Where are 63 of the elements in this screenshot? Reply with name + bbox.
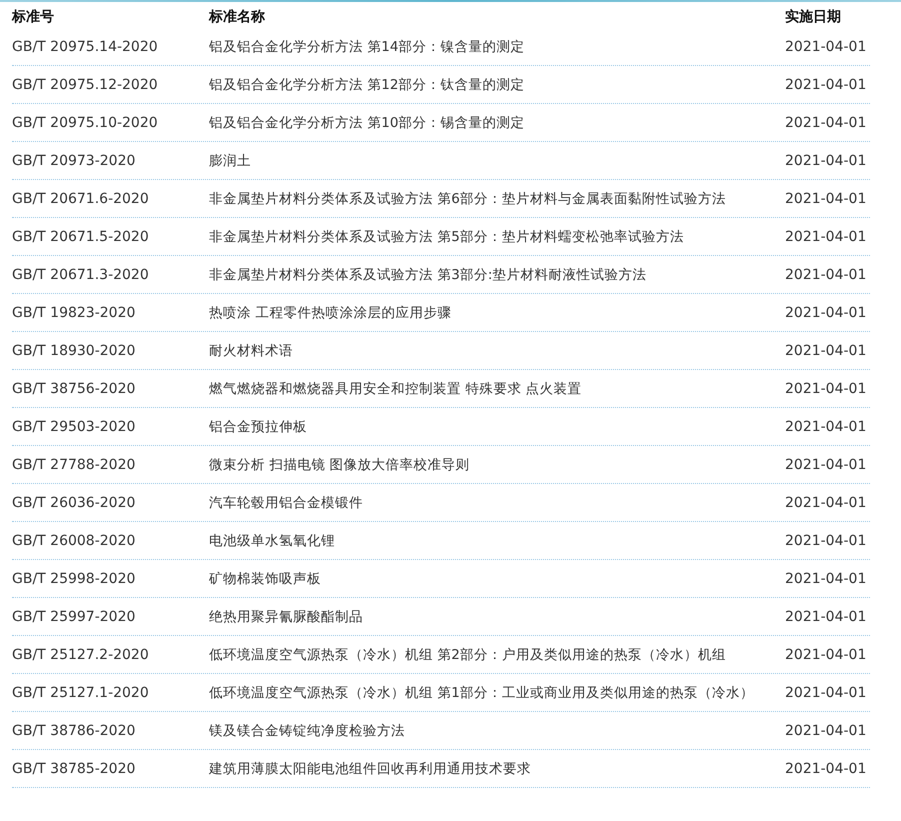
standard-name: 耐火材料术语 [209, 342, 294, 361]
standard-name: 微束分析 扫描电镜 图像放大倍率校准导则 [209, 456, 471, 475]
standard-code: GB/T 29503-2020 [12, 418, 136, 437]
standard-name: 非金属垫片材料分类体系及试验方法 第3部分:垫片材料耐液性试验方法 [209, 266, 648, 285]
effective-date: 2021-04-01 [785, 114, 868, 133]
effective-date: 2021-04-01 [785, 760, 868, 779]
standard-name: 镁及镁合金铸锭纯净度检验方法 [209, 722, 406, 741]
effective-date: 2021-04-01 [785, 38, 868, 57]
standard-name: 铝合金预拉伸板 [209, 418, 308, 437]
effective-date: 2021-04-01 [785, 456, 868, 475]
standard-name: 汽车轮毂用铝合金模锻件 [209, 494, 364, 513]
effective-date: 2021-04-01 [785, 266, 868, 285]
effective-date: 2021-04-01 [785, 342, 868, 361]
standard-name: 铝及铝合金化学分析方法 第14部分：镍含量的测定 [209, 38, 526, 57]
column-header: 实施日期 [785, 8, 842, 27]
standard-code: GB/T 18930-2020 [12, 342, 136, 361]
standard-name: 低环境温度空气源热泵（冷水）机组 第2部分：户用及类似用途的热泵（冷水）机组 [209, 646, 727, 665]
standard-code: GB/T 19823-2020 [12, 304, 136, 323]
standard-code: GB/T 38786-2020 [12, 722, 136, 741]
standard-name: 矿物棉装饰吸声板 [209, 570, 322, 589]
standard-name: 燃气燃烧器和燃烧器具用安全和控制装置 特殊要求 点火装置 [209, 380, 583, 399]
standard-code: GB/T 20975.10-2020 [12, 114, 159, 133]
standard-code: GB/T 20671.6-2020 [12, 190, 150, 209]
standard-name: 非金属垫片材料分类体系及试验方法 第6部分：垫片材料与金属表面黏附性试验方法 [209, 190, 727, 209]
standard-code: GB/T 25127.2-2020 [12, 646, 150, 665]
standard-code: GB/T 26008-2020 [12, 532, 136, 551]
effective-date: 2021-04-01 [785, 418, 868, 437]
standard-name: 铝及铝合金化学分析方法 第10部分：锡含量的测定 [209, 114, 526, 133]
standard-code: GB/T 20671.3-2020 [12, 266, 150, 285]
standard-code: GB/T 38756-2020 [12, 380, 136, 399]
effective-date: 2021-04-01 [785, 608, 868, 627]
standard-code: GB/T 20975.12-2020 [12, 76, 159, 95]
standard-code: GB/T 25998-2020 [12, 570, 136, 589]
standard-name: 热喷涂 工程零件热喷涂涂层的应用步骤 [209, 304, 452, 323]
effective-date: 2021-04-01 [785, 152, 868, 171]
standard-name: 低环境温度空气源热泵（冷水）机组 第1部分：工业或商业用及类似用途的热泵（冷水） [209, 684, 755, 703]
standard-code: GB/T 25127.1-2020 [12, 684, 150, 703]
column-header: 标准号 [12, 8, 55, 27]
effective-date: 2021-04-01 [785, 304, 868, 323]
standard-name: 建筑用薄膜太阳能电池组件回收再利用通用技术要求 [209, 760, 532, 779]
effective-date: 2021-04-01 [785, 684, 868, 703]
effective-date: 2021-04-01 [785, 76, 868, 95]
column-header: 标准名称 [209, 8, 266, 27]
standard-name: 铝及铝合金化学分析方法 第12部分：钛含量的测定 [209, 76, 526, 95]
effective-date: 2021-04-01 [785, 570, 868, 589]
effective-date: 2021-04-01 [785, 228, 868, 247]
effective-date: 2021-04-01 [785, 494, 868, 513]
standard-code: GB/T 38785-2020 [12, 760, 136, 779]
standard-name: 绝热用聚异氰脲酸酯制品 [209, 608, 364, 627]
standard-code: GB/T 20973-2020 [12, 152, 136, 171]
effective-date: 2021-04-01 [785, 380, 868, 399]
effective-date: 2021-04-01 [785, 190, 868, 209]
effective-date: 2021-04-01 [785, 532, 868, 551]
standard-code: GB/T 20671.5-2020 [12, 228, 150, 247]
standard-code: GB/T 26036-2020 [12, 494, 136, 513]
standard-code: GB/T 27788-2020 [12, 456, 136, 475]
standard-code: GB/T 20975.14-2020 [12, 38, 159, 57]
standard-name: 非金属垫片材料分类体系及试验方法 第5部分：垫片材料蠕变松弛率试验方法 [209, 228, 685, 247]
effective-date: 2021-04-01 [785, 722, 868, 741]
standard-code: GB/T 25997-2020 [12, 608, 136, 627]
standard-name: 膨润土 [209, 152, 252, 171]
standard-name: 电池级单水氢氧化锂 [209, 532, 336, 551]
effective-date: 2021-04-01 [785, 646, 868, 665]
